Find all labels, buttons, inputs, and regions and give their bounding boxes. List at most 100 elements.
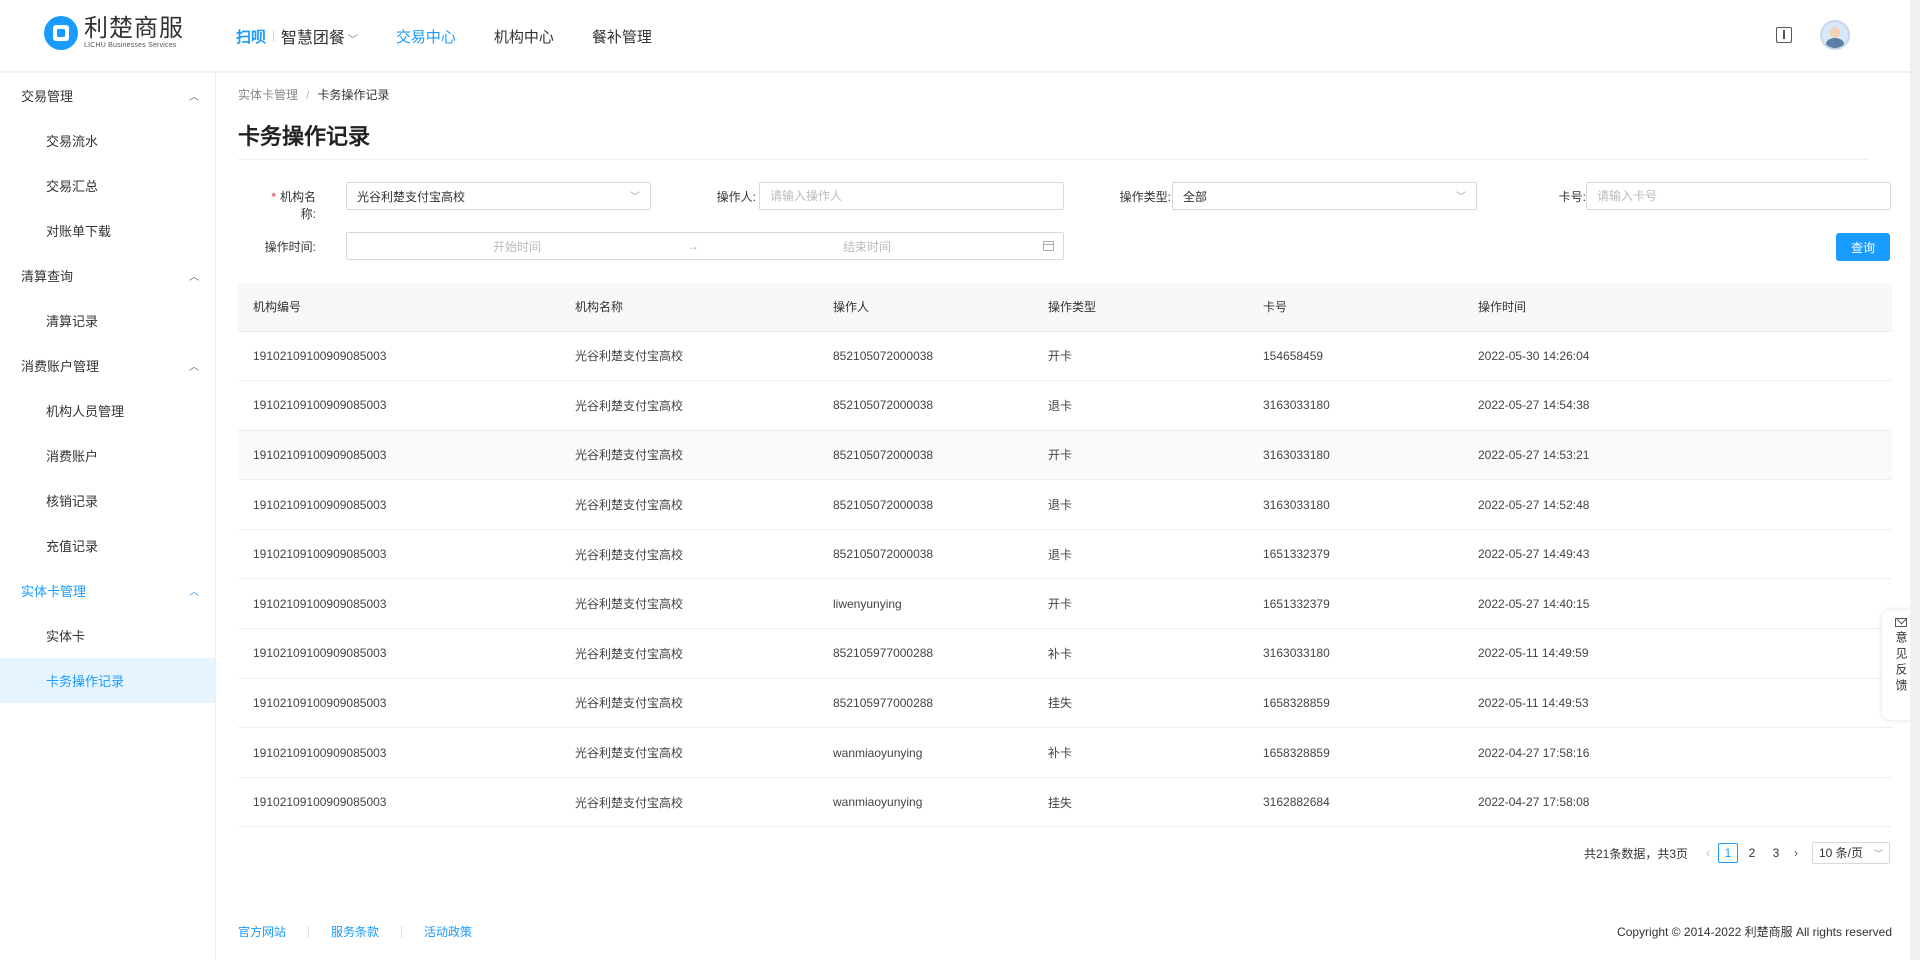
- cell-operator: 852105072000038: [818, 331, 1033, 382]
- chevron-down-icon: ﹀: [1873, 849, 1883, 859]
- nav-item-transaction-center[interactable]: 交易中心: [396, 26, 456, 47]
- sidebar-item-consumer-account[interactable]: 消费账户: [0, 433, 215, 478]
- scrollbar[interactable]: [1910, 0, 1920, 960]
- table-row[interactable]: 19102109100909085003 光谷利楚支付宝高校 85210597700…: [238, 678, 1892, 729]
- sidebar-item-transaction-flow[interactable]: 交易流水: [0, 118, 215, 163]
- footer-link-policy[interactable]: 活动政策: [424, 923, 472, 940]
- end-time-input[interactable]: 结束时间: [697, 238, 1037, 255]
- logo-icon: [44, 16, 78, 50]
- cell-op-time: 2022-05-27 14:40:15: [1463, 578, 1892, 630]
- avatar[interactable]: [1820, 20, 1850, 50]
- page-size-select[interactable]: 10 条/页 ﹀: [1812, 842, 1890, 864]
- operator-field[interactable]: [759, 182, 1064, 210]
- table-row[interactable]: 19102109100909085003 光谷利楚支付宝高校 85210507200…: [238, 479, 1892, 530]
- copyright: Copyright © 2014-2022 利楚商服 All rights re…: [1617, 925, 1892, 939]
- sidebar-item-physical-card[interactable]: 实体卡: [0, 613, 215, 658]
- op-time-label: 操作时间:: [264, 240, 316, 254]
- nav-item-meal-subsidy[interactable]: 餐补管理: [592, 26, 652, 47]
- book-icon[interactable]: [1776, 27, 1792, 43]
- sidebar-group-consumer-accounts[interactable]: 消费账户管理 ︿: [0, 343, 215, 388]
- sidebar-item-statement-download[interactable]: 对账单下载: [0, 208, 215, 253]
- sidebar-group-physical-cards[interactable]: 实体卡管理 ︿: [0, 568, 215, 613]
- main-content: 实体卡管理 / 卡务操作记录 卡务操作记录 * 机构名称: 光谷利楚支付宝高校 ﹀ 操…: [216, 73, 1920, 960]
- pagination: 共21条数据，共3页 ‹ 1 2 3 › 10 条/页 ﹀: [1584, 842, 1890, 864]
- cell-op-time: 2022-05-27 14:54:38: [1463, 380, 1892, 431]
- cell-operator: 852105072000038: [818, 479, 1033, 530]
- cell-op-type: 退卡: [1033, 529, 1248, 580]
- table-row[interactable]: 19102109100909085003 光谷利楚支付宝高校 85210507200…: [238, 529, 1892, 580]
- breadcrumb-current: 卡务操作记录: [317, 88, 390, 102]
- sidebar-item-staff-management[interactable]: 机构人员管理: [0, 388, 215, 433]
- calendar-icon: [1043, 241, 1054, 251]
- brand-separator: |: [272, 30, 275, 42]
- logo[interactable]: 利楚商服 LICHU Businesses Services: [44, 16, 184, 50]
- cell-operator: 852105072000038: [818, 430, 1033, 481]
- sidebar-item-recharge-records[interactable]: 充值记录: [0, 523, 215, 568]
- cell-org-name: 光谷利楚支付宝高校: [560, 628, 818, 679]
- sidebar-group-label: 交易管理: [21, 89, 74, 104]
- cell-op-type: 挂失: [1033, 678, 1248, 729]
- cell-op-type: 退卡: [1033, 380, 1248, 431]
- cell-org-name: 光谷利楚支付宝高校: [560, 529, 818, 580]
- query-button[interactable]: 查询: [1836, 233, 1890, 261]
- sidebar-group-label: 清算查询: [21, 269, 74, 284]
- card-no-input[interactable]: [1597, 189, 1880, 203]
- cell-op-time: 2022-05-27 14:53:21: [1463, 430, 1892, 481]
- table-row[interactable]: 19102109100909085003 光谷利楚支付宝高校 wanmiaoyuny…: [238, 777, 1892, 828]
- nav-item-institution-center[interactable]: 机构中心: [494, 26, 554, 47]
- cell-op-type: 补卡: [1033, 628, 1248, 679]
- op-type-select[interactable]: 全部 ﹀: [1172, 182, 1477, 210]
- column-header-operator: 操作人: [818, 283, 1033, 332]
- table-row[interactable]: 19102109100909085003 光谷利楚支付宝高校 85210507200…: [238, 430, 1892, 481]
- sidebar-group-settlement[interactable]: 清算查询 ︿: [0, 253, 215, 298]
- card-no-field[interactable]: [1586, 182, 1891, 210]
- cell-org-id: 19102109100909085003: [238, 479, 560, 530]
- cell-org-id: 19102109100909085003: [238, 628, 560, 679]
- page-1-button[interactable]: 1: [1718, 843, 1738, 863]
- page-2-button[interactable]: 2: [1742, 843, 1762, 863]
- range-arrow-icon: →: [687, 239, 699, 253]
- card-operation-table: 机构编号 机构名称 操作人 操作类型 卡号 操作时间 1910210910090…: [238, 283, 1892, 828]
- table-row[interactable]: 19102109100909085003 光谷利楚支付宝高校 85210507200…: [238, 380, 1892, 431]
- cell-op-type: 开卡: [1033, 331, 1248, 382]
- logo-name-cn: 利楚商服: [84, 15, 184, 42]
- cell-operator: wanmiaoyunying: [818, 727, 1033, 778]
- cell-org-id: 19102109100909085003: [238, 331, 560, 382]
- mail-icon: [1895, 618, 1907, 627]
- chevron-up-icon: ︿: [189, 362, 199, 373]
- sidebar-item-settlement-records[interactable]: 清算记录: [0, 298, 215, 343]
- breadcrumb-parent[interactable]: 实体卡管理: [238, 88, 298, 102]
- next-page-button[interactable]: ›: [1794, 846, 1798, 860]
- cell-org-name: 光谷利楚支付宝高校: [560, 479, 818, 530]
- cell-op-time: 2022-04-27 17:58:08: [1463, 777, 1892, 828]
- op-time-range-picker[interactable]: 开始时间 → 结束时间: [346, 232, 1064, 260]
- cell-op-time: 2022-05-27 14:52:48: [1463, 479, 1892, 530]
- table-header-row: 机构编号 机构名称 操作人 操作类型 卡号 操作时间: [238, 283, 1892, 332]
- table-row[interactable]: 19102109100909085003 光谷利楚支付宝高校 85210597700…: [238, 628, 1892, 679]
- breadcrumb: 实体卡管理 / 卡务操作记录: [238, 86, 389, 103]
- sidebar-group-transaction[interactable]: 交易管理 ︿: [0, 73, 215, 118]
- table-row[interactable]: 19102109100909085003 光谷利楚支付宝高校 liwenyunyin…: [238, 578, 1892, 630]
- table-row[interactable]: 19102109100909085003 光谷利楚支付宝高校 wanmiaoyuny…: [238, 727, 1892, 778]
- footer-link-terms[interactable]: 服务条款: [331, 923, 379, 940]
- cell-org-id: 19102109100909085003: [238, 678, 560, 729]
- op-type-label: 操作类型:: [1119, 190, 1171, 204]
- footer-link-official-site[interactable]: 官方网站: [238, 923, 286, 940]
- chevron-down-icon: ﹀: [1456, 192, 1466, 203]
- product-switcher[interactable]: 智慧团餐 ﹀: [281, 24, 358, 48]
- org-name-select[interactable]: 光谷利楚支付宝高校 ﹀: [346, 182, 651, 210]
- cell-org-id: 19102109100909085003: [238, 380, 560, 431]
- sidebar-item-card-operation-records[interactable]: 卡务操作记录: [0, 658, 215, 703]
- cell-op-time: 2022-04-27 17:58:16: [1463, 727, 1892, 778]
- table-row[interactable]: 19102109100909085003 光谷利楚支付宝高校 85210507200…: [238, 331, 1892, 382]
- card-no-label: 卡号:: [1558, 190, 1586, 204]
- prev-page-button[interactable]: ‹: [1706, 846, 1710, 860]
- sidebar-item-writeoff-records[interactable]: 核销记录: [0, 478, 215, 523]
- operator-input[interactable]: [770, 189, 1053, 203]
- cell-org-id: 19102109100909085003: [238, 777, 560, 828]
- start-time-input[interactable]: 开始时间: [347, 238, 687, 255]
- page-3-button[interactable]: 3: [1766, 843, 1786, 863]
- main-nav: 扫呗 | 智慧团餐 ﹀ 交易中心 机构中心 餐补管理: [236, 0, 652, 72]
- cell-org-id: 19102109100909085003: [238, 578, 560, 630]
- sidebar-item-transaction-summary[interactable]: 交易汇总: [0, 163, 215, 208]
